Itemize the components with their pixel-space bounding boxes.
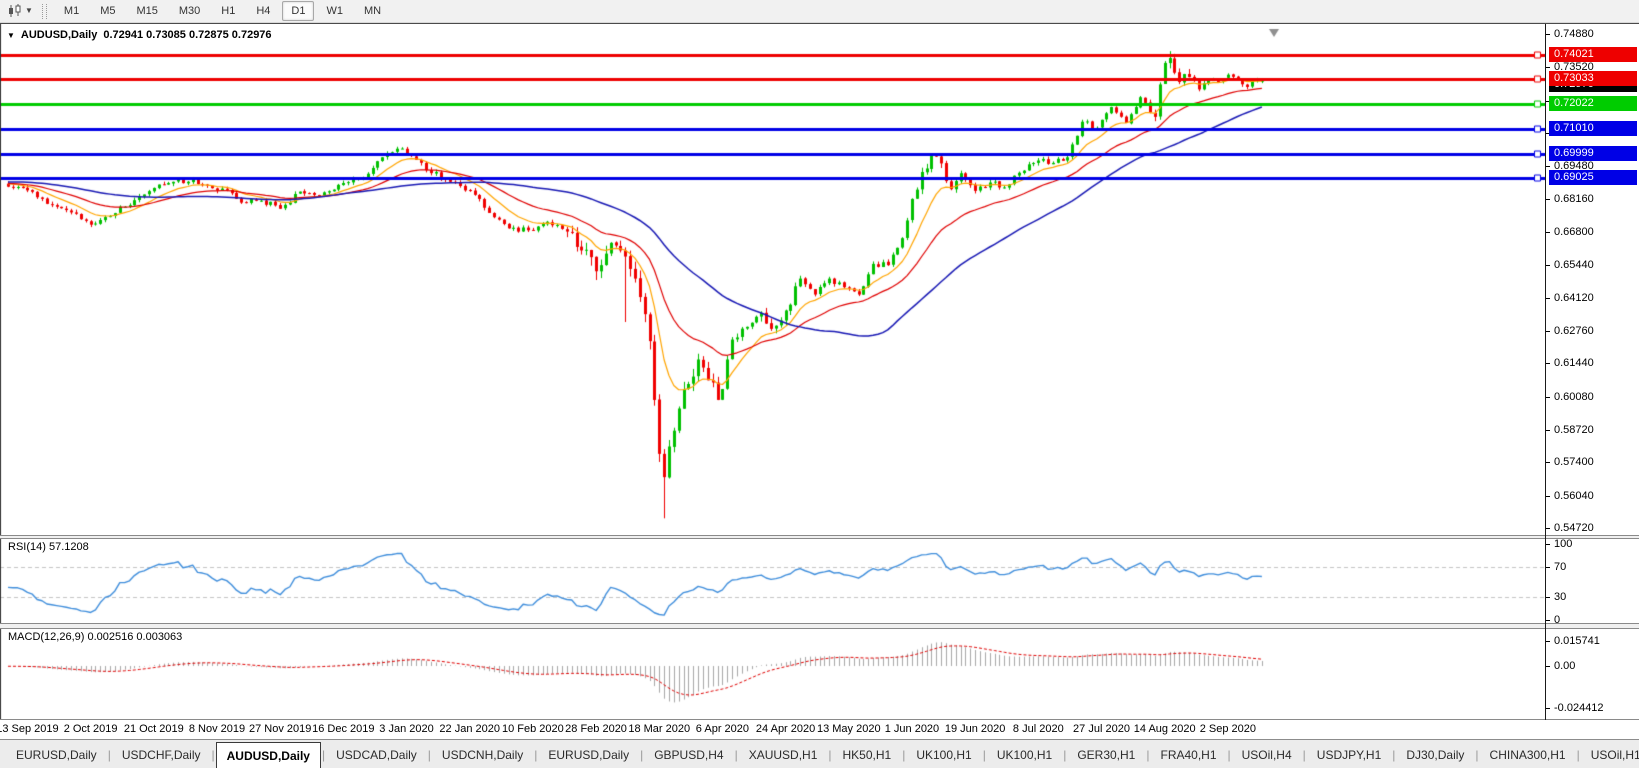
chart-type-icon[interactable]: ▼ xyxy=(4,3,36,19)
rsi-axis-tick: 70 xyxy=(1546,560,1566,574)
hline-price-label: 0.69999 xyxy=(1549,146,1637,161)
date-axis[interactable]: 13 Sep 2019 2 Oct 2019 21 Oct 2019 8 Nov 20… xyxy=(0,720,1639,740)
rsi-label: RSI(14) 57.1208 xyxy=(8,541,89,553)
chart-tab-usoil-h4[interactable]: USOil,H4 xyxy=(1232,742,1302,768)
date-axis-label: 2 Sep 2020 xyxy=(1200,723,1256,735)
chart-ohlc-values: 0.72941 0.73085 0.72875 0.72976 xyxy=(103,29,271,41)
date-axis-label: 18 Mar 2020 xyxy=(628,723,690,735)
price-axis-tick: 0.60080 xyxy=(1546,390,1594,404)
date-axis-label: 16 Dec 2019 xyxy=(312,723,374,735)
toolbar: ▼ M1M5M15M30H1H4D1W1MN xyxy=(0,0,1639,23)
triangle-down-icon: ▼ xyxy=(7,31,15,40)
chart-tab-dj30-daily[interactable]: DJ30,Daily xyxy=(1396,742,1474,768)
hline-price-label: 0.74021 xyxy=(1549,47,1637,62)
timeframe-buttons: M1M5M15M30H1H4D1W1MN xyxy=(55,1,393,21)
pane-splitter-macd[interactable] xyxy=(0,623,1639,629)
date-axis-label: 14 Aug 2020 xyxy=(1134,723,1196,735)
timeframe-button-d1[interactable]: D1 xyxy=(282,1,314,21)
chart-tab-usdjpy-h1[interactable]: USDJPY,H1 xyxy=(1307,742,1391,768)
date-axis-label: 19 Jun 2020 xyxy=(945,723,1006,735)
chart-tab-usoil-h1[interactable]: USOil,H1 xyxy=(1581,742,1639,768)
chart-window: ▼ AUDUSD,Daily 0.72941 0.73085 0.72875 0… xyxy=(0,23,1639,739)
price-axis-tick: 0.68160 xyxy=(1546,192,1594,206)
price-axis-tick: 0.61440 xyxy=(1546,356,1594,370)
chart-tab-hk50-h1[interactable]: HK50,H1 xyxy=(833,742,902,768)
timeframe-button-m15[interactable]: M15 xyxy=(127,1,166,21)
date-axis-label: 6 Apr 2020 xyxy=(696,723,749,735)
price-chart-canvas[interactable] xyxy=(0,24,1545,720)
toolbar-grip[interactable] xyxy=(42,4,47,19)
timeframe-button-h4[interactable]: H4 xyxy=(247,1,279,21)
chart-tab-xauusd-h1[interactable]: XAUUSD,H1 xyxy=(739,742,828,768)
rsi-axis-tick: 30 xyxy=(1546,590,1566,604)
date-axis-label: 24 Apr 2020 xyxy=(756,723,815,735)
chart-tab-uk100-h1[interactable]: UK100,H1 xyxy=(987,742,1062,768)
chart-tab-usdcnh-daily[interactable]: USDCNH,Daily xyxy=(432,742,533,768)
chart-tab-usdchf-daily[interactable]: USDCHF,Daily xyxy=(112,742,211,768)
price-axis-tick: 0.56040 xyxy=(1546,489,1594,503)
price-axis-tick: 0.57400 xyxy=(1546,455,1594,469)
chart-tab-gbpusd-h4[interactable]: GBPUSD,H4 xyxy=(644,742,733,768)
timeframe-button-h1[interactable]: H1 xyxy=(212,1,244,21)
price-axis-tick: 0.54720 xyxy=(1546,521,1594,535)
date-axis-label: 22 Jan 2020 xyxy=(439,723,500,735)
timeframe-button-w1[interactable]: W1 xyxy=(317,1,352,21)
date-axis-label: 28 Feb 2020 xyxy=(565,723,627,735)
chart-tab-eurusd-daily[interactable]: EURUSD,Daily xyxy=(538,742,639,768)
date-axis-label: 8 Jul 2020 xyxy=(1013,723,1064,735)
macd-axis-tick: 0.00 xyxy=(1546,659,1575,673)
candlestick-chart-icon xyxy=(7,4,23,18)
chart-title: ▼ AUDUSD,Daily 0.72941 0.73085 0.72875 0… xyxy=(7,29,272,41)
timeframe-button-m30[interactable]: M30 xyxy=(170,1,209,21)
date-axis-label: 13 May 2020 xyxy=(817,723,881,735)
date-axis-label: 27 Jul 2020 xyxy=(1073,723,1130,735)
date-axis-label: 27 Nov 2019 xyxy=(249,723,311,735)
price-axis[interactable]: 0.748800.735200.721600.708400.694800.681… xyxy=(1545,24,1639,720)
timeframe-button-mn[interactable]: MN xyxy=(355,1,390,21)
chart-tab-ger30-h1[interactable]: GER30,H1 xyxy=(1067,742,1145,768)
macd-axis-tick: -0.024412 xyxy=(1546,701,1604,715)
hline-price-label: 0.72022 xyxy=(1549,96,1637,111)
date-axis-label: 13 Sep 2019 xyxy=(0,723,59,735)
chart-symbol-period: AUDUSD,Daily xyxy=(21,29,97,41)
price-axis-tick: 0.62760 xyxy=(1546,324,1594,338)
macd-label: MACD(12,26,9) 0.002516 0.003063 xyxy=(8,631,182,643)
chart-tab-usdcad-daily[interactable]: USDCAD,Daily xyxy=(326,742,427,768)
price-axis-tick: 0.58720 xyxy=(1546,423,1594,437)
date-axis-label: 2 Oct 2019 xyxy=(64,723,118,735)
chart-tab-audusd-daily[interactable]: AUDUSD,Daily xyxy=(216,742,321,768)
chart-tab-china300-h1[interactable]: CHINA300,H1 xyxy=(1480,742,1576,768)
rsi-axis-tick: 0 xyxy=(1546,613,1560,627)
hline-price-label: 0.69025 xyxy=(1549,170,1637,185)
macd-axis-tick: 0.015741 xyxy=(1546,634,1600,648)
timeframe-button-m5[interactable]: M5 xyxy=(91,1,124,21)
rsi-axis-tick: 100 xyxy=(1546,537,1572,551)
timeframe-button-m1[interactable]: M1 xyxy=(55,1,88,21)
hline-price-label: 0.71010 xyxy=(1549,121,1637,136)
price-axis-tick: 0.64120 xyxy=(1546,291,1594,305)
chart-tabs-bar: EURUSD,Daily|USDCHF,Daily|AUDUSD,Daily|U… xyxy=(0,739,1639,768)
price-axis-tick: 0.66800 xyxy=(1546,225,1594,239)
date-axis-label: 8 Nov 2019 xyxy=(189,723,245,735)
date-axis-label: 1 Jun 2020 xyxy=(885,723,939,735)
date-axis-label: 10 Feb 2020 xyxy=(502,723,564,735)
chart-tab-eurusd-daily[interactable]: EURUSD,Daily xyxy=(6,742,107,768)
hline-price-label: 0.73033 xyxy=(1549,71,1637,86)
price-axis-tick: 0.65440 xyxy=(1546,258,1594,272)
chevron-down-icon: ▼ xyxy=(25,7,33,15)
pane-splitter-rsi[interactable] xyxy=(0,535,1639,539)
price-axis-tick: 0.74880 xyxy=(1546,27,1594,41)
date-axis-label: 3 Jan 2020 xyxy=(379,723,433,735)
chart-tab-fra40-h1[interactable]: FRA40,H1 xyxy=(1150,742,1226,768)
date-axis-label: 21 Oct 2019 xyxy=(124,723,184,735)
chart-tab-uk100-h1[interactable]: UK100,H1 xyxy=(906,742,981,768)
